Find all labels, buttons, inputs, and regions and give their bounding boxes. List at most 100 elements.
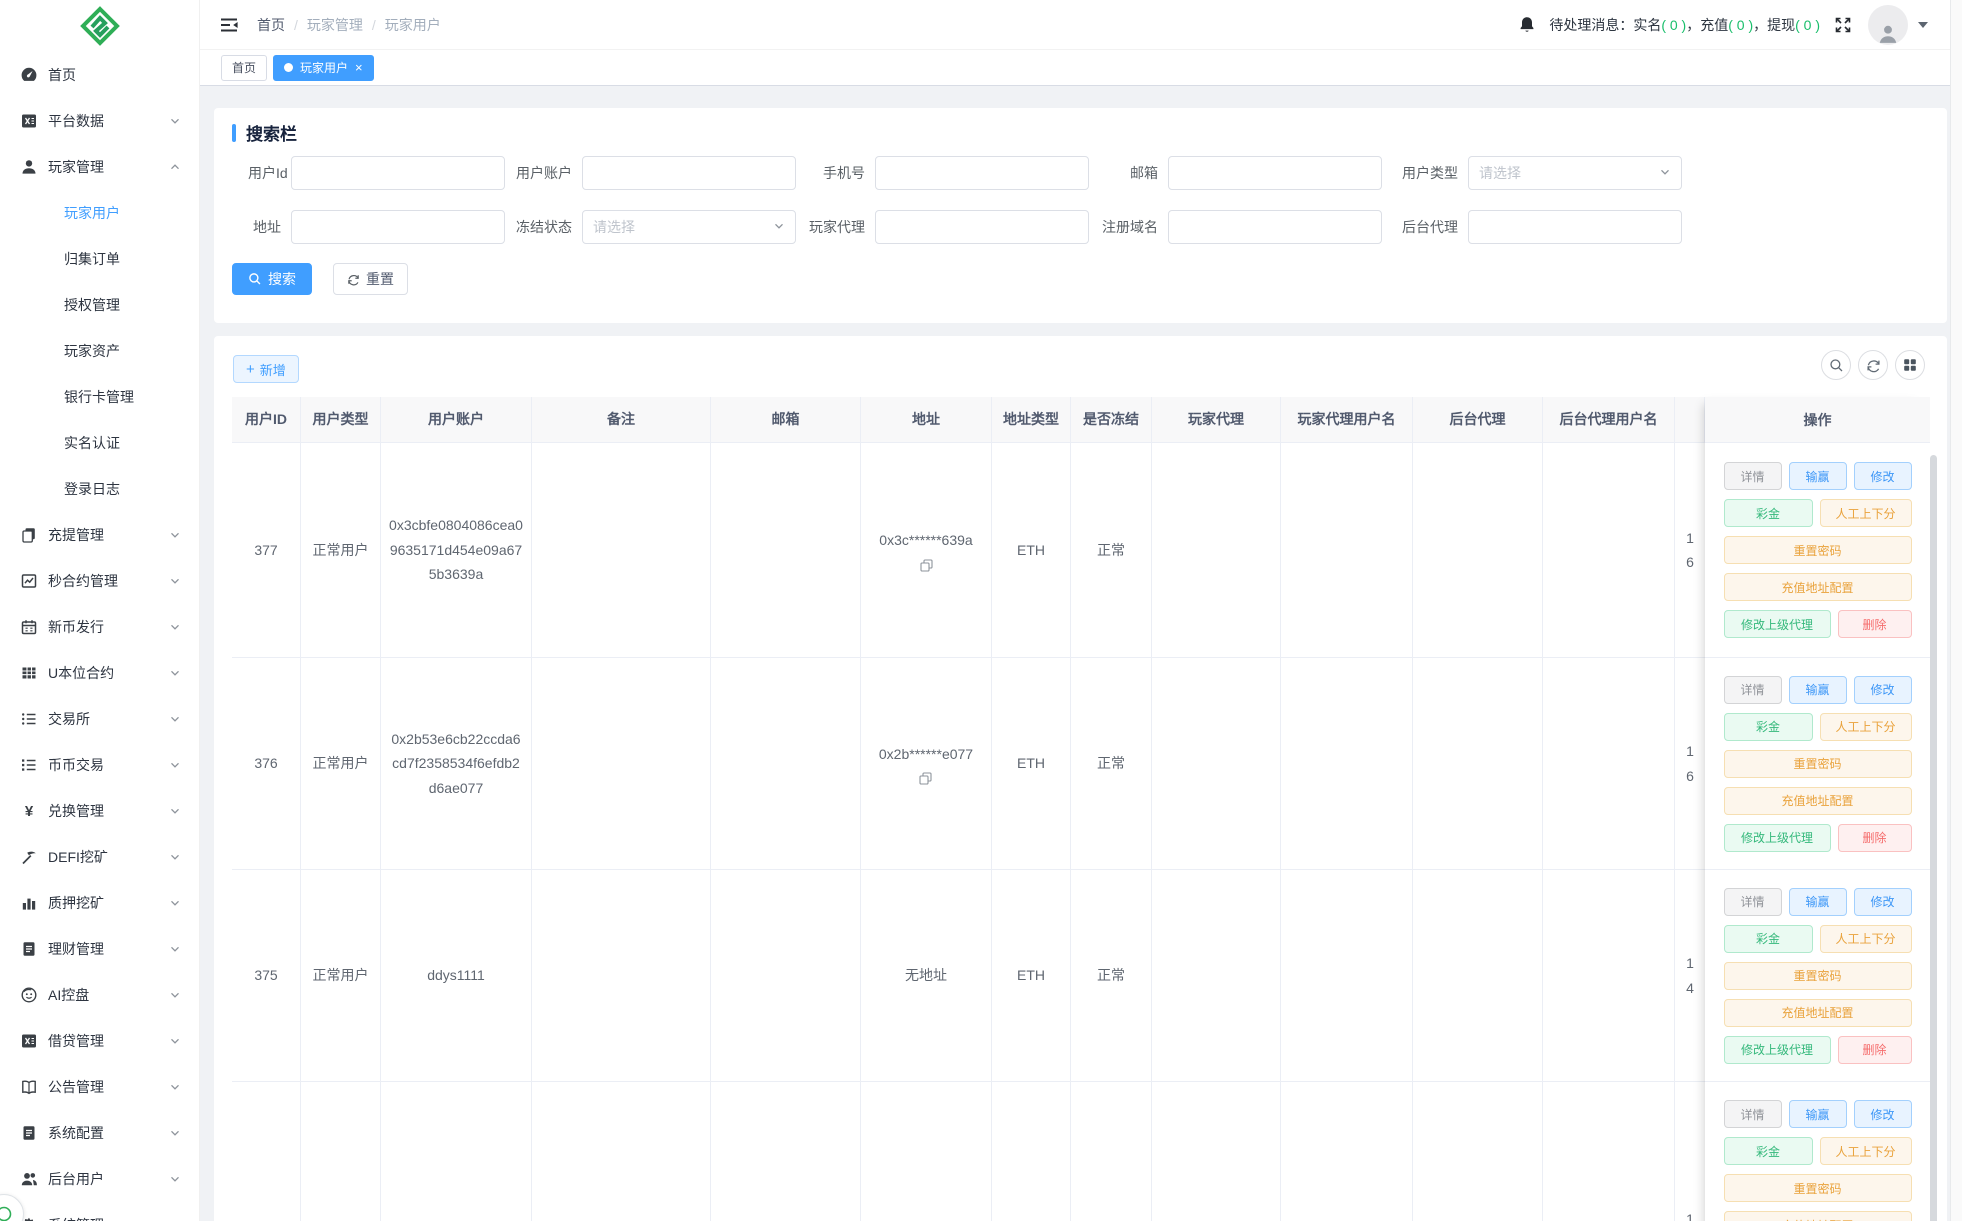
sidebar-subitem-label: 登录日志 — [64, 479, 120, 499]
彩金-button[interactable]: 彩金 — [1724, 499, 1813, 527]
chevron-down-icon — [169, 1035, 181, 1047]
修改-button[interactable]: 修改 — [1854, 888, 1912, 916]
人工上下分-button[interactable]: 人工上下分 — [1820, 499, 1912, 527]
reset-button[interactable]: 重置 — [333, 263, 408, 295]
充值地址配置-button[interactable]: 充值地址配置 — [1724, 787, 1912, 815]
用户类型-select[interactable]: 请选择 — [1468, 156, 1682, 190]
breadcrumb-item[interactable]: 首页 — [257, 15, 285, 35]
sidebar-item-借贷管理[interactable]: 借贷管理 — [0, 1018, 199, 1064]
collapse-sidebar-icon[interactable] — [219, 15, 239, 35]
copy-icon[interactable] — [920, 559, 933, 572]
sidebar-item-系统管理[interactable]: 系统管理 — [0, 1202, 199, 1221]
删除-button[interactable]: 删除 — [1838, 1036, 1912, 1064]
人工上下分-button[interactable]: 人工上下分 — [1820, 1137, 1912, 1165]
sidebar-item-AI控盘[interactable]: AI控盘 — [0, 972, 199, 1018]
修改上级代理-button[interactable]: 修改上级代理 — [1724, 610, 1831, 638]
refresh-icon[interactable] — [1858, 350, 1888, 380]
search-button[interactable]: 搜索 — [232, 263, 312, 295]
地址-input[interactable] — [291, 210, 505, 244]
重置密码-button[interactable]: 重置密码 — [1724, 536, 1912, 564]
user-menu-caret-icon[interactable] — [1918, 22, 1928, 28]
sidebar-item-币币交易[interactable]: 币币交易 — [0, 742, 199, 788]
sidebar-item-后台用户[interactable]: 后台用户 — [0, 1156, 199, 1202]
sidebar-item-label: 充提管理 — [48, 525, 104, 545]
tab-玩家用户[interactable]: 玩家用户× — [273, 55, 374, 81]
fullscreen-icon[interactable] — [1834, 16, 1852, 34]
输赢-button[interactable]: 输赢 — [1789, 888, 1847, 916]
sidebar-item-秒合约管理[interactable]: 秒合约管理 — [0, 558, 199, 604]
sidebar-item-新币发行[interactable]: 新币发行 — [0, 604, 199, 650]
详情-button[interactable]: 详情 — [1724, 676, 1782, 704]
sidebar-subitem-实名认证[interactable]: 实名认证 — [0, 420, 199, 466]
breadcrumb-item[interactable]: 玩家管理 — [307, 15, 363, 35]
邮箱-input[interactable] — [1168, 156, 1382, 190]
sidebar-item-交易所[interactable]: 交易所 — [0, 696, 199, 742]
充值地址配置-button[interactable]: 充值地址配置 — [1724, 573, 1912, 601]
sidebar-subitem-玩家资产[interactable]: 玩家资产 — [0, 328, 199, 374]
充值地址配置-button[interactable]: 充值地址配置 — [1724, 1211, 1912, 1221]
bell-icon[interactable] — [1517, 15, 1537, 35]
修改-button[interactable]: 修改 — [1854, 462, 1912, 490]
玩家代理-input[interactable] — [875, 210, 1089, 244]
sidebar-item-首页[interactable]: 首页 — [0, 52, 199, 98]
输赢-button[interactable]: 输赢 — [1789, 462, 1847, 490]
重置密码-button[interactable]: 重置密码 — [1724, 1174, 1912, 1202]
chevron-down-icon — [169, 1173, 181, 1185]
sidebar-item-公告管理[interactable]: 公告管理 — [0, 1064, 199, 1110]
sidebar-item-DEFI挖矿[interactable]: DEFI挖矿 — [0, 834, 199, 880]
cell-id: 376 — [232, 658, 301, 870]
详情-button[interactable]: 详情 — [1724, 888, 1782, 916]
sidebar-subitem-登录日志[interactable]: 登录日志 — [0, 466, 199, 512]
sidebar-item-系统配置[interactable]: 系统配置 — [0, 1110, 199, 1156]
page-scrollbar-track[interactable] — [1950, 0, 1962, 1221]
sidebar-item-理财管理[interactable]: 理财管理 — [0, 926, 199, 972]
copy-icon[interactable] — [919, 772, 932, 785]
sidebar-subitem-授权管理[interactable]: 授权管理 — [0, 282, 199, 328]
tab-首页[interactable]: 首页 — [221, 55, 267, 81]
sidebar-item-兑换管理[interactable]: ¥兑换管理 — [0, 788, 199, 834]
彩金-button[interactable]: 彩金 — [1724, 713, 1813, 741]
修改上级代理-button[interactable]: 修改上级代理 — [1724, 1036, 1831, 1064]
chevron-down-icon — [169, 667, 181, 679]
人工上下分-button[interactable]: 人工上下分 — [1820, 925, 1912, 953]
column-settings-grid-icon[interactable] — [1895, 350, 1925, 380]
user-avatar[interactable] — [1868, 5, 1908, 45]
sidebar-subitem-银行卡管理[interactable]: 银行卡管理 — [0, 374, 199, 420]
输赢-button[interactable]: 输赢 — [1789, 676, 1847, 704]
彩金-button[interactable]: 彩金 — [1724, 1137, 1813, 1165]
table-header-row: 用户ID用户类型用户账户备注邮箱地址地址类型是否冻结玩家代理玩家代理用户名后台代… — [232, 397, 1930, 443]
sidebar-item-玩家管理[interactable]: 玩家管理 — [0, 144, 199, 190]
充值地址配置-button[interactable]: 充值地址配置 — [1724, 999, 1912, 1027]
注册域名-input[interactable] — [1168, 210, 1382, 244]
修改-button[interactable]: 修改 — [1854, 1100, 1912, 1128]
close-tab-icon[interactable]: × — [355, 61, 363, 74]
输赢-button[interactable]: 输赢 — [1789, 1100, 1847, 1128]
sidebar-item-U本位合约[interactable]: U本位合约 — [0, 650, 199, 696]
重置密码-button[interactable]: 重置密码 — [1724, 962, 1912, 990]
详情-button[interactable]: 详情 — [1724, 462, 1782, 490]
sidebar-item-平台数据[interactable]: 平台数据 — [0, 98, 199, 144]
table-scrollbar-thumb[interactable] — [1930, 455, 1937, 1221]
用户账户-input[interactable] — [582, 156, 796, 190]
column-search-icon[interactable] — [1821, 350, 1851, 380]
彩金-button[interactable]: 彩金 — [1724, 925, 1813, 953]
删除-button[interactable]: 删除 — [1838, 610, 1912, 638]
用户Id-input[interactable] — [291, 156, 505, 190]
add-button[interactable]: + 新增 — [233, 355, 299, 383]
人工上下分-button[interactable]: 人工上下分 — [1820, 713, 1912, 741]
sidebar-item-充提管理[interactable]: 充提管理 — [0, 512, 199, 558]
column-header-用户ID: 用户ID — [232, 397, 301, 443]
cell-admin_agent_name — [1543, 658, 1675, 870]
修改-button[interactable]: 修改 — [1854, 676, 1912, 704]
手机号-input[interactable] — [875, 156, 1089, 190]
field-label: 注册域名 — [1099, 217, 1168, 237]
sidebar-subitem-玩家用户[interactable]: 玩家用户 — [0, 190, 199, 236]
修改上级代理-button[interactable]: 修改上级代理 — [1724, 824, 1831, 852]
重置密码-button[interactable]: 重置密码 — [1724, 750, 1912, 778]
后台代理-input[interactable] — [1468, 210, 1682, 244]
详情-button[interactable]: 详情 — [1724, 1100, 1782, 1128]
冻结状态-select[interactable]: 请选择 — [582, 210, 796, 244]
sidebar-subitem-归集订单[interactable]: 归集订单 — [0, 236, 199, 282]
删除-button[interactable]: 删除 — [1838, 824, 1912, 852]
sidebar-item-质押挖矿[interactable]: 质押挖矿 — [0, 880, 199, 926]
